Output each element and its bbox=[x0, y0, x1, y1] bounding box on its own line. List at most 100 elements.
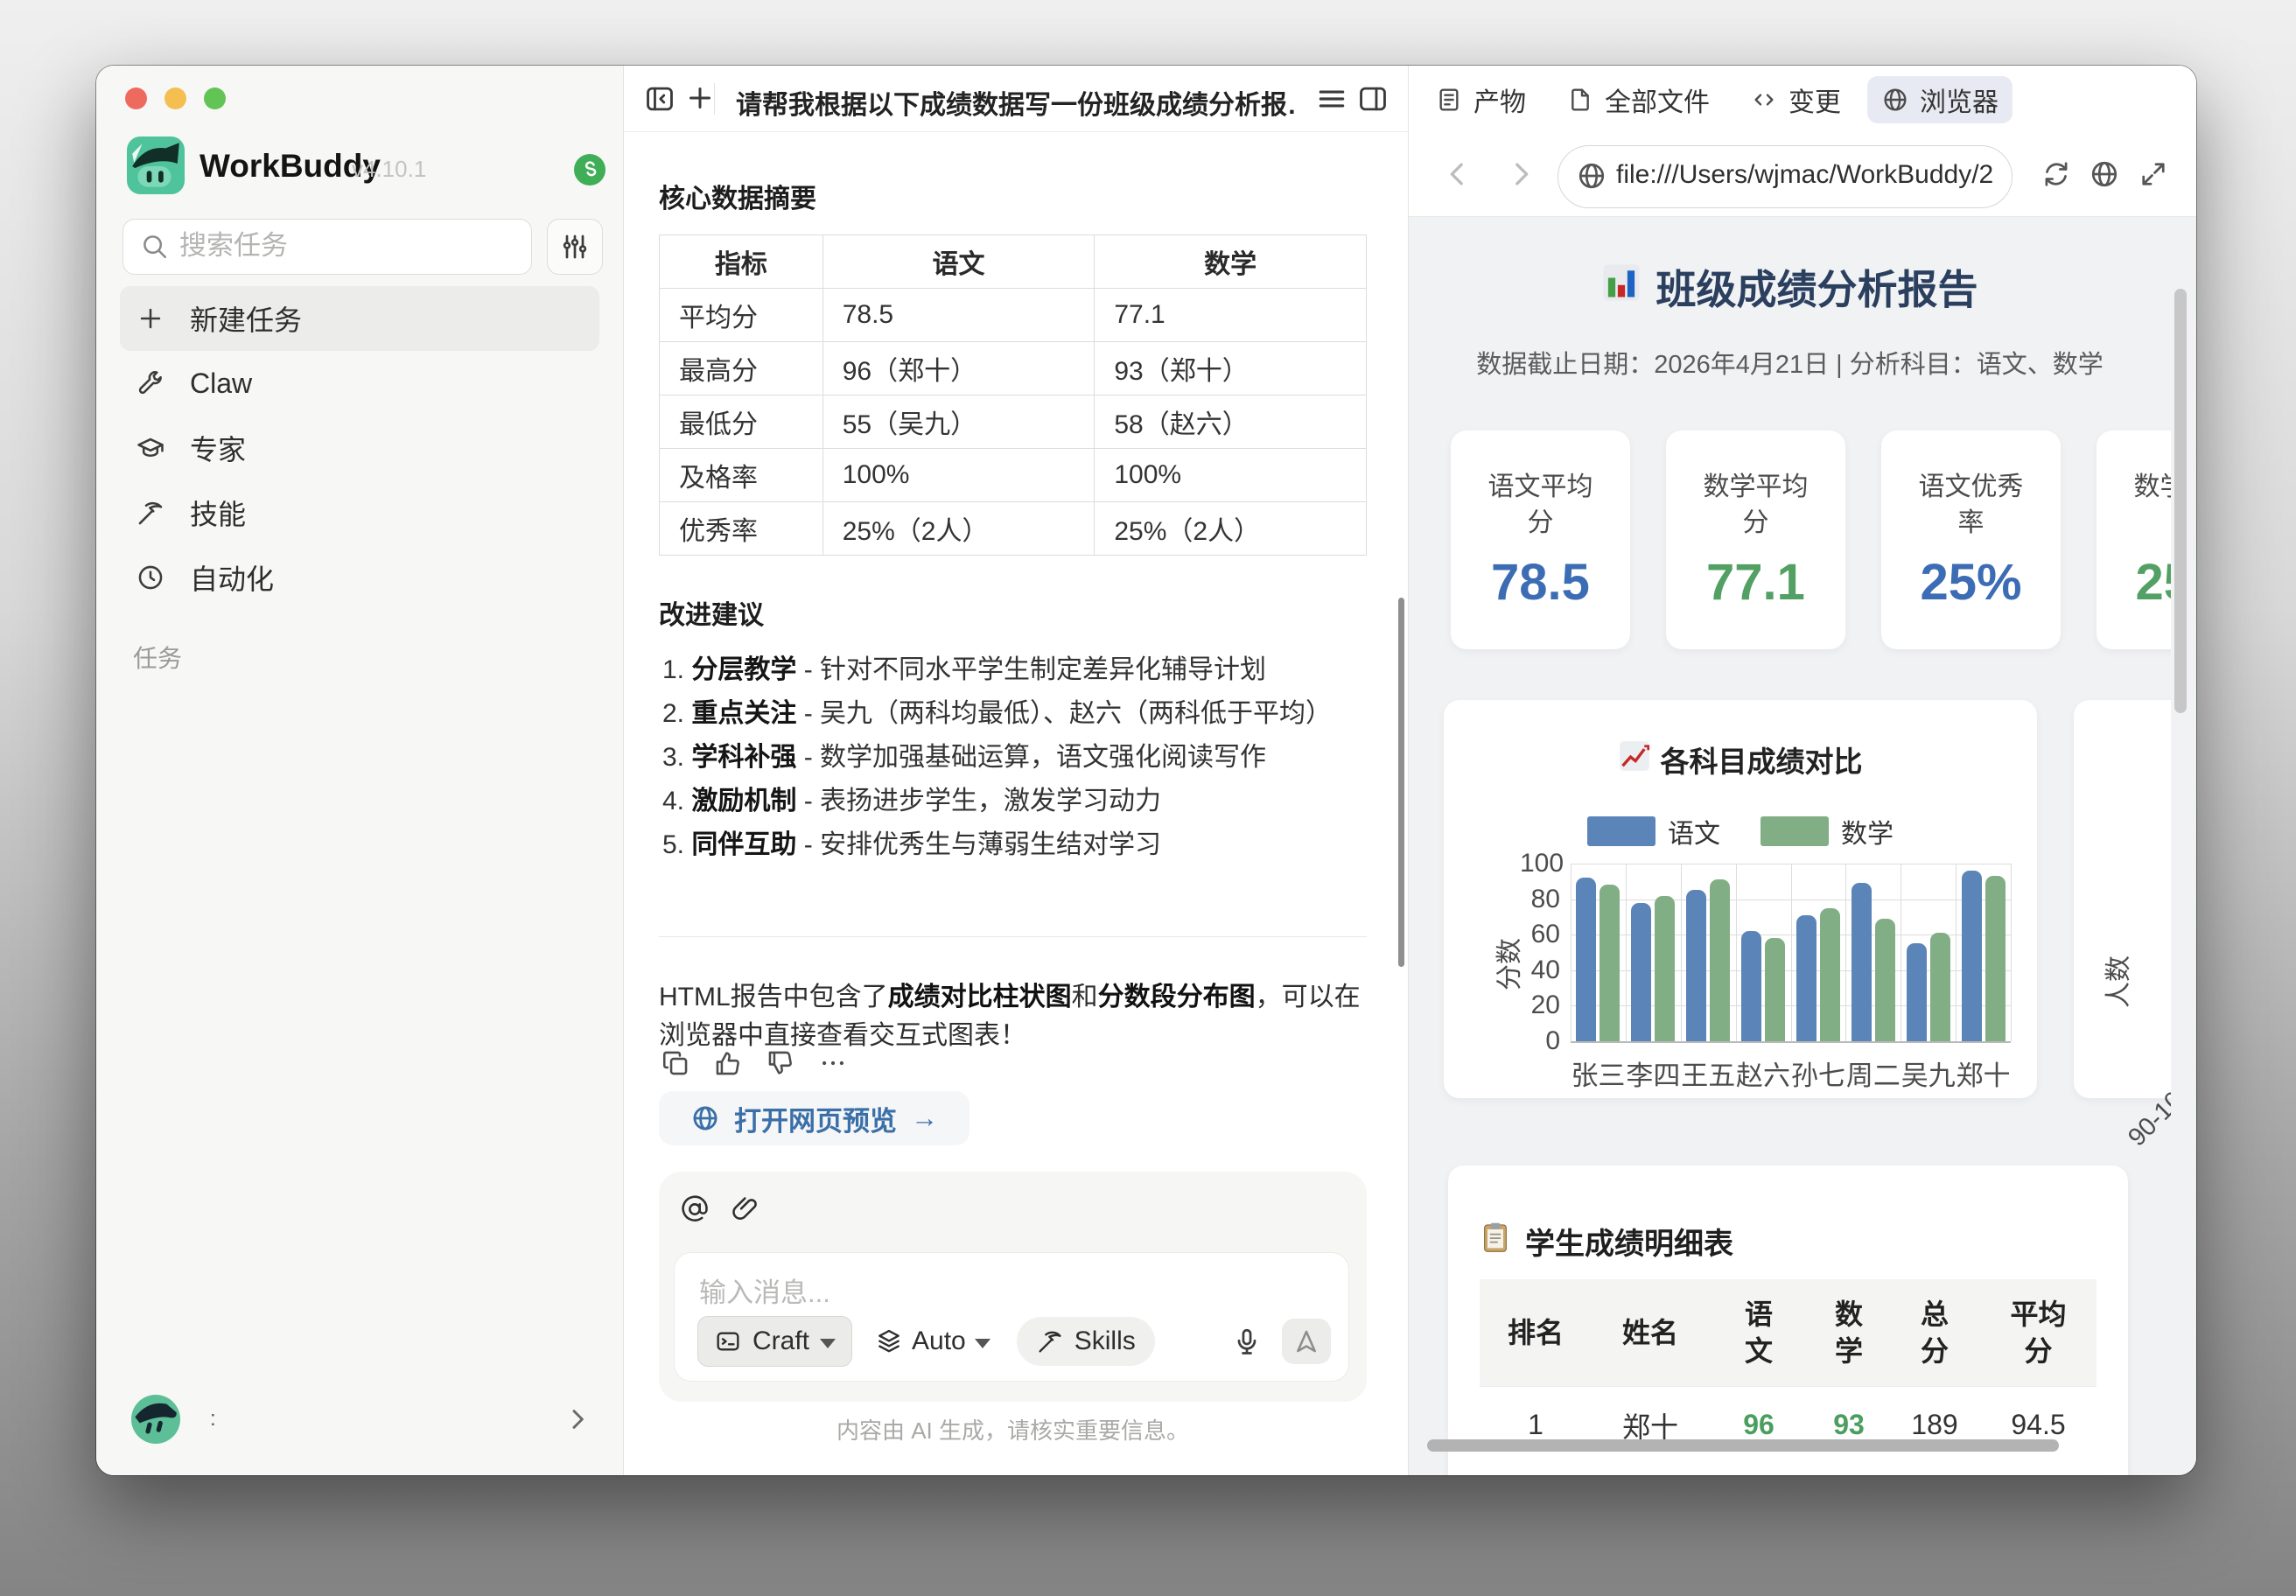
table-cell: 77.1 bbox=[1095, 289, 1367, 342]
pickaxe-icon bbox=[136, 498, 165, 528]
table-cell: 93（郑十） bbox=[1095, 342, 1367, 396]
line-chart-emoji-icon bbox=[1619, 740, 1650, 779]
tab-全部文件[interactable]: 全部文件 bbox=[1552, 76, 1724, 123]
forward-icon[interactable] bbox=[1503, 157, 1538, 192]
bar-chart-emoji-icon bbox=[1602, 263, 1641, 312]
composer-toolbar: Craft Auto Skills bbox=[697, 1316, 1331, 1367]
bar-数学-吴九 bbox=[1930, 933, 1950, 1041]
address-bar[interactable]: file:///Users/wjmac/WorkBuddy/2026 bbox=[1558, 145, 2012, 208]
craft-mode-button[interactable]: Craft bbox=[697, 1316, 852, 1367]
report-title: 班级成绩分析报告 bbox=[1409, 258, 2171, 316]
table-cell: 100% bbox=[822, 449, 1095, 502]
x-tick-label: 吴九 bbox=[1900, 1054, 1956, 1093]
auto-label: Auto bbox=[912, 1326, 966, 1356]
mic-icon[interactable] bbox=[1231, 1326, 1263, 1357]
stat-value: 25% bbox=[1881, 553, 2061, 612]
thumbs-down-icon[interactable] bbox=[766, 1048, 795, 1078]
split-view-icon[interactable] bbox=[1356, 82, 1390, 116]
preview-horizontal-scrollbar[interactable] bbox=[1427, 1439, 2059, 1452]
artifact-icon bbox=[1435, 86, 1463, 114]
stat-cards-row: 语文平均分78.5数学平均分77.1语文优秀率25%数学优秀率25% bbox=[1451, 430, 2171, 649]
zoom-button[interactable] bbox=[204, 88, 226, 109]
sidebar-item-技能[interactable]: 技能 bbox=[120, 480, 599, 545]
craft-label: Craft bbox=[752, 1326, 809, 1356]
workbuddy-logo-icon bbox=[127, 136, 185, 194]
more-icon[interactable] bbox=[818, 1048, 848, 1078]
sidebar-item-自动化[interactable]: 自动化 bbox=[120, 545, 599, 610]
table-cell: 55（吴九） bbox=[822, 396, 1095, 449]
bar-语文-孙七 bbox=[1796, 915, 1816, 1041]
close-button[interactable] bbox=[125, 88, 147, 109]
auto-mode-button[interactable]: Auto bbox=[859, 1317, 1006, 1366]
minimize-button[interactable] bbox=[164, 88, 186, 109]
search-input[interactable] bbox=[178, 225, 522, 267]
stat-card: 数学优秀率25% bbox=[2096, 430, 2171, 649]
gridline bbox=[1681, 864, 1682, 1041]
tab-浏览器[interactable]: 浏览器 bbox=[1867, 76, 2012, 123]
message-input[interactable]: 输入消息... Craft Auto bbox=[674, 1252, 1349, 1382]
table-row: 最低分55（吴九）58（赵六） bbox=[660, 396, 1367, 449]
globe-icon bbox=[690, 1103, 720, 1133]
terminal-icon bbox=[714, 1327, 742, 1355]
back-icon[interactable] bbox=[1440, 157, 1475, 192]
tab-label: 全部文件 bbox=[1605, 80, 1710, 119]
copy-icon[interactable] bbox=[661, 1048, 690, 1078]
chat-scrollbar[interactable] bbox=[1398, 598, 1404, 967]
tab-label: 变更 bbox=[1788, 80, 1841, 119]
bar-数学-王五 bbox=[1710, 879, 1730, 1041]
expand-icon[interactable] bbox=[2138, 158, 2169, 190]
sidebar-item-专家[interactable]: 专家 bbox=[120, 416, 599, 480]
table-row: 最高分96（郑十）93（郑十） bbox=[660, 342, 1367, 396]
menu-icon[interactable] bbox=[1315, 82, 1348, 116]
composer: 输入消息... Craft Auto bbox=[659, 1172, 1367, 1402]
skills-label: Skills bbox=[1074, 1326, 1136, 1356]
collapse-panel-icon[interactable] bbox=[643, 82, 676, 116]
refresh-icon[interactable] bbox=[2040, 158, 2072, 190]
tab-变更[interactable]: 变更 bbox=[1736, 76, 1855, 123]
open-web-preview-button[interactable]: 打开网页预览 → bbox=[659, 1091, 970, 1145]
sidebar-item-label: 技能 bbox=[190, 493, 246, 533]
gridline bbox=[1736, 864, 1737, 1041]
gridline bbox=[2011, 864, 2012, 1041]
thumbs-up-icon[interactable] bbox=[713, 1048, 743, 1078]
skills-button[interactable]: Skills bbox=[1017, 1317, 1155, 1366]
tab-产物[interactable]: 产物 bbox=[1421, 76, 1540, 123]
y-tick-label: 20 bbox=[1520, 990, 1560, 1020]
y-axis-label: 人数 bbox=[2096, 956, 2135, 1008]
code-icon bbox=[1750, 86, 1778, 114]
chart-legend: 语文数学 bbox=[1444, 812, 2037, 850]
user-avatar[interactable] bbox=[131, 1395, 180, 1444]
new-chat-plus-icon[interactable] bbox=[684, 82, 716, 114]
paperclip-icon[interactable] bbox=[731, 1194, 760, 1224]
suggestion-item: 5. 同伴互助 - 安排优秀生与薄弱生结对学习 bbox=[662, 822, 1367, 866]
chevron-down-icon bbox=[820, 1339, 836, 1348]
at-icon[interactable] bbox=[680, 1194, 710, 1224]
window-controls bbox=[125, 88, 226, 109]
legend-label: 数学 bbox=[1841, 812, 1894, 850]
bar-数学-赵六 bbox=[1765, 938, 1785, 1041]
filter-button[interactable] bbox=[547, 219, 603, 275]
claw-icon bbox=[136, 368, 165, 398]
gridline bbox=[1571, 864, 1572, 1041]
table-header-row: 指标语文数学 bbox=[660, 235, 1367, 289]
send-button[interactable] bbox=[1282, 1319, 1331, 1364]
preview-vertical-scrollbar[interactable] bbox=[2174, 289, 2187, 713]
stat-value: 77.1 bbox=[1666, 553, 1845, 612]
x-tick-label: 赵六 bbox=[1736, 1054, 1791, 1093]
open-in-browser-globe-icon[interactable] bbox=[2089, 158, 2120, 190]
gridline bbox=[1571, 1041, 2011, 1043]
ai-disclaimer: 内容由 AI 生成，请核实重要信息。 bbox=[659, 1413, 1367, 1446]
expand-sidebar-footer-chevron-icon[interactable] bbox=[564, 1405, 592, 1438]
bar-语文-王五 bbox=[1686, 890, 1706, 1041]
x-tick-label: 李四 bbox=[1626, 1054, 1681, 1093]
sidebar-item-Claw[interactable]: Claw bbox=[120, 351, 599, 416]
closing-text: 分数段分布图 bbox=[1098, 983, 1256, 1012]
connection-status-icon bbox=[574, 154, 606, 186]
bar-语文-张三 bbox=[1576, 878, 1596, 1041]
table-cell: 及格率 bbox=[660, 449, 823, 502]
sidebar-item-新建任务[interactable]: 新建任务 bbox=[120, 286, 599, 351]
closing-text: HTML报告中包含了 bbox=[659, 983, 888, 1012]
tab-label: 产物 bbox=[1474, 80, 1526, 119]
task-search bbox=[122, 219, 532, 275]
preview-panel: 产物 全部文件 变更浏览器 file:///Users/wjmac/WorkBudd… bbox=[1408, 66, 2196, 1475]
